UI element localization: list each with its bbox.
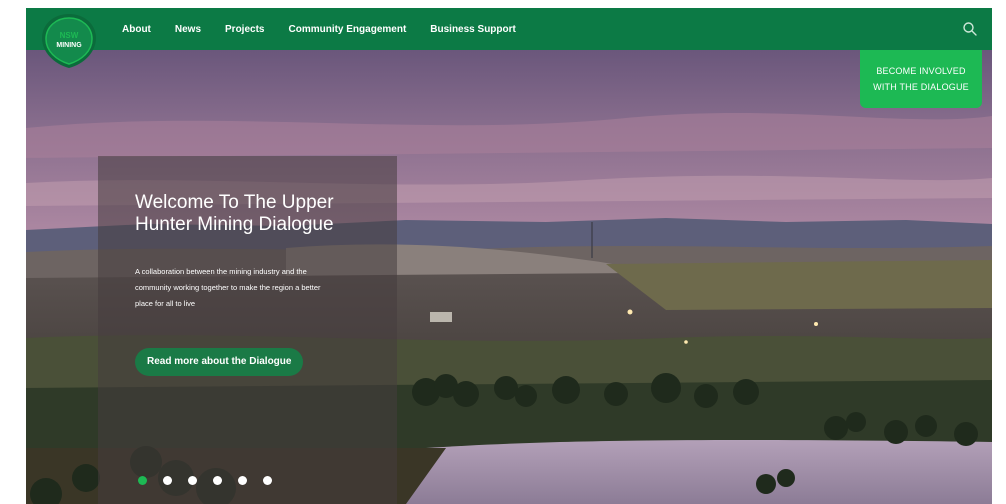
nav-item-news[interactable]: News	[175, 24, 201, 35]
nav-item-business-support[interactable]: Business Support	[430, 24, 516, 35]
carousel-dot-5[interactable]	[238, 476, 247, 485]
carousel-dots	[138, 476, 272, 485]
top-navbar: About News Projects Community Engagement…	[26, 8, 992, 50]
nav-item-about[interactable]: About	[122, 24, 151, 35]
page-frame: About News Projects Community Engagement…	[26, 8, 992, 504]
hero-text-line-1: A collaboration between the mining indus…	[135, 267, 307, 276]
nsw-mining-logo[interactable]: NSW MINING	[40, 12, 98, 70]
read-more-button[interactable]: Read more about the Dialogue	[135, 348, 304, 376]
hero-panel: Welcome To The Upper Hunter Mining Dialo…	[98, 156, 397, 504]
nav-item-community-engagement[interactable]: Community Engagement	[288, 24, 406, 35]
hero-title-line-2: Hunter Mining Dialogue	[135, 214, 334, 235]
nav-item-projects[interactable]: Projects	[225, 24, 264, 35]
hero-text-line-3: place for all to live	[135, 299, 196, 308]
carousel-dot-1[interactable]	[138, 476, 147, 485]
cta-line-2: WITH THE DIALOGUE	[873, 82, 969, 92]
hero-title: Welcome To The Upper Hunter Mining Dialo…	[135, 192, 385, 236]
hero-title-line-1: Welcome To The Upper	[135, 192, 334, 213]
logo-text-mining: MINING	[56, 42, 82, 49]
carousel-dot-6[interactable]	[263, 476, 272, 485]
carousel-dot-2[interactable]	[163, 476, 172, 485]
logo-text-nsw: NSW	[60, 31, 79, 40]
carousel-dot-4[interactable]	[213, 476, 222, 485]
carousel-dot-3[interactable]	[188, 476, 197, 485]
search-icon[interactable]	[962, 21, 978, 37]
become-involved-button[interactable]: BECOME INVOLVED WITH THE DIALOGUE	[860, 50, 982, 108]
hero-description: A collaboration between the mining indus…	[135, 264, 360, 312]
main-nav: About News Projects Community Engagement…	[122, 8, 540, 50]
hero-text-line-2: community working together to make the r…	[135, 283, 321, 292]
cta-line-1: BECOME INVOLVED	[876, 66, 966, 76]
